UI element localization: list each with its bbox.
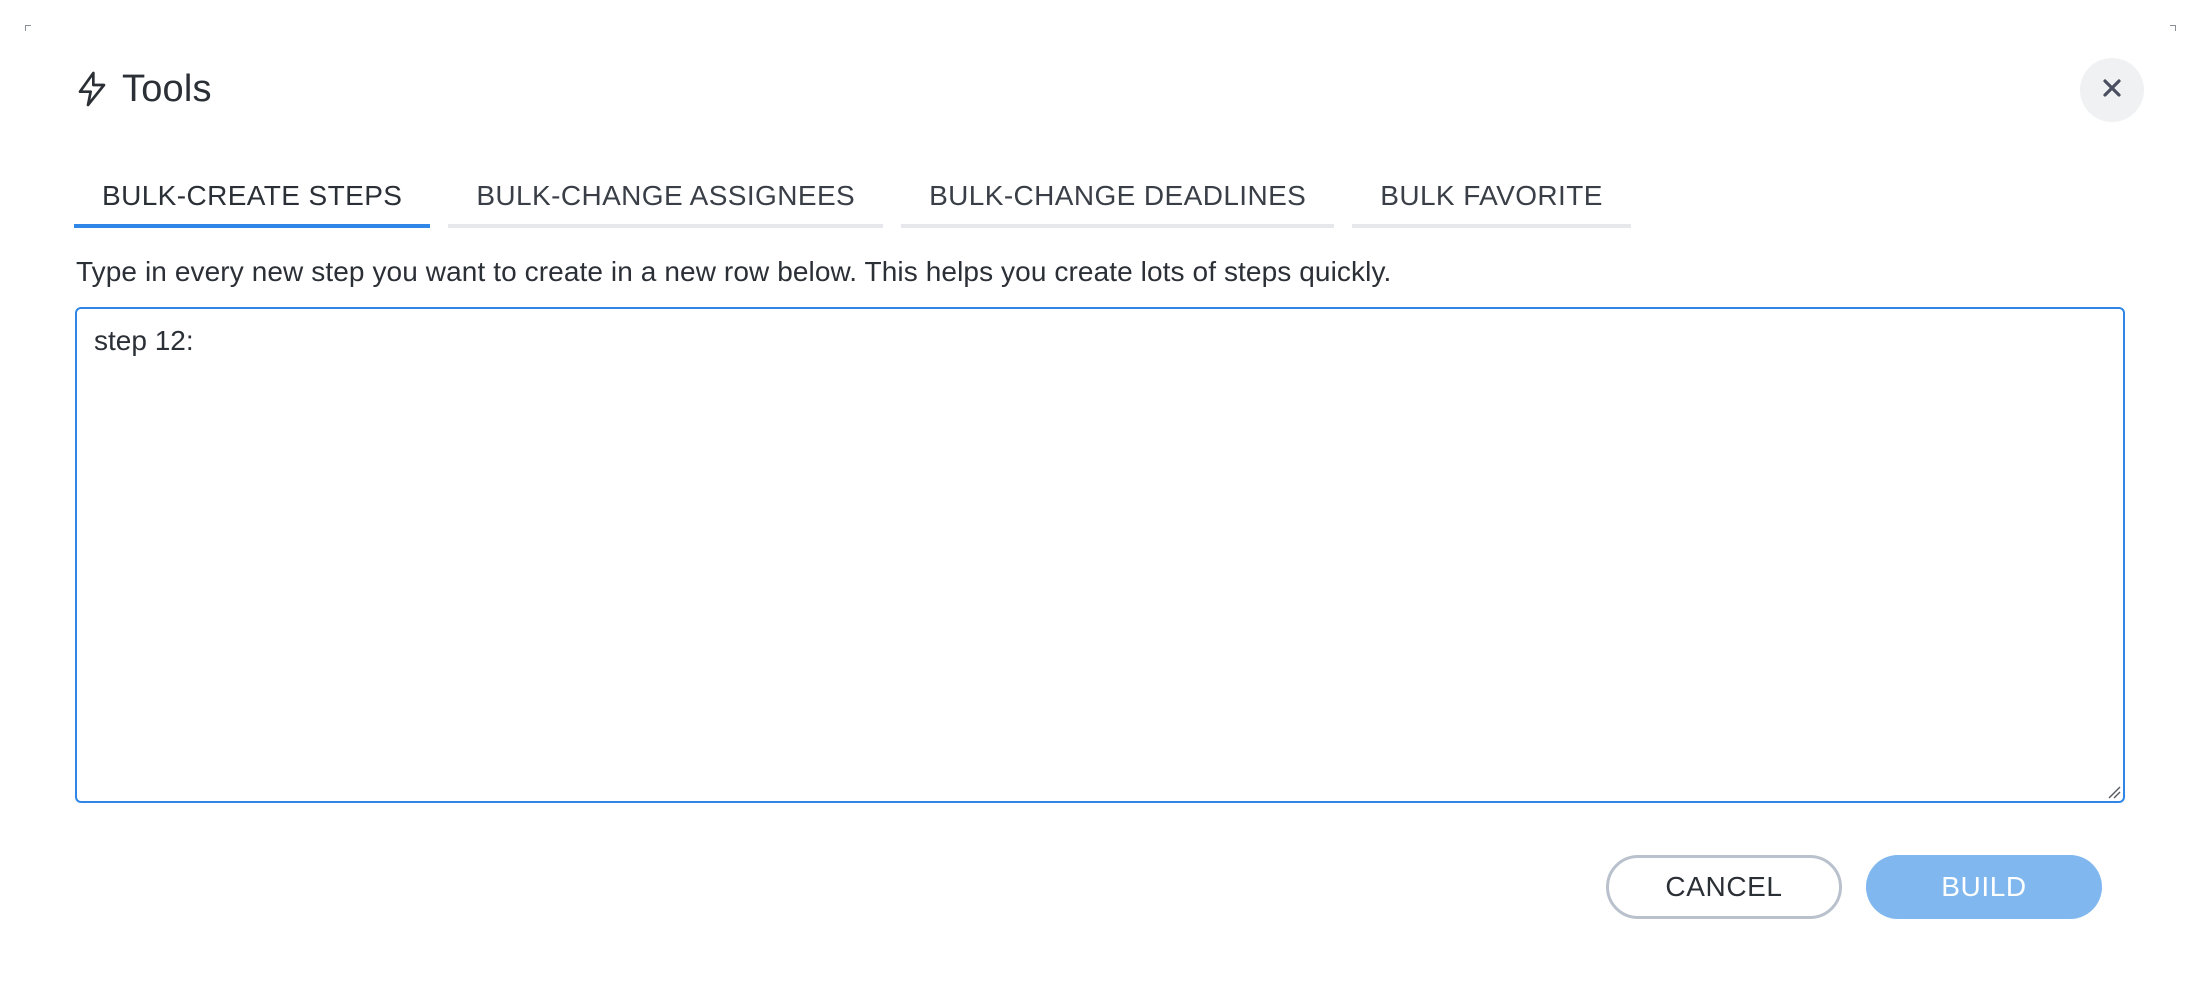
tab-bulk-create-steps[interactable]: BULK-CREATE STEPS [74,168,431,228]
close-button[interactable] [2080,58,2144,122]
steps-textarea[interactable] [77,309,2123,801]
tab-description: Type in every new step you want to creat… [76,256,1392,287]
dialog-header: Tools [74,64,212,114]
resize-grip-icon[interactable] [2105,783,2121,799]
dialog-actions: CANCEL BUILD [1606,855,2102,919]
tab-bulk-change-deadlines[interactable]: BULK-CHANGE DEADLINES [901,168,1335,228]
tab-label: BULK-CHANGE DEADLINES [929,180,1307,211]
lightning-bolt-icon [74,69,110,109]
tab-label: BULK FAVORITE [1380,180,1603,211]
tab-label: BULK-CREATE STEPS [102,180,403,211]
tab-label: BULK-CHANGE ASSIGNEES [476,180,856,211]
tab-bulk-favorite[interactable]: BULK FAVORITE [1352,168,1631,228]
window-corner-marker [2170,25,2176,31]
cancel-button[interactable]: CANCEL [1606,855,1842,919]
build-button[interactable]: BUILD [1866,855,2102,919]
tab-bulk-change-assignees[interactable]: BULK-CHANGE ASSIGNEES [448,168,884,228]
dialog-title: Tools [122,67,212,110]
tools-dialog: Tools BULK-CREATE STEPS BULK-CHANGE ASSI… [0,0,2200,992]
tools-tabs: BULK-CREATE STEPS BULK-CHANGE ASSIGNEES … [74,168,1649,228]
steps-editor [75,307,2125,803]
close-icon [2100,76,2124,105]
window-corner-marker [25,25,31,31]
